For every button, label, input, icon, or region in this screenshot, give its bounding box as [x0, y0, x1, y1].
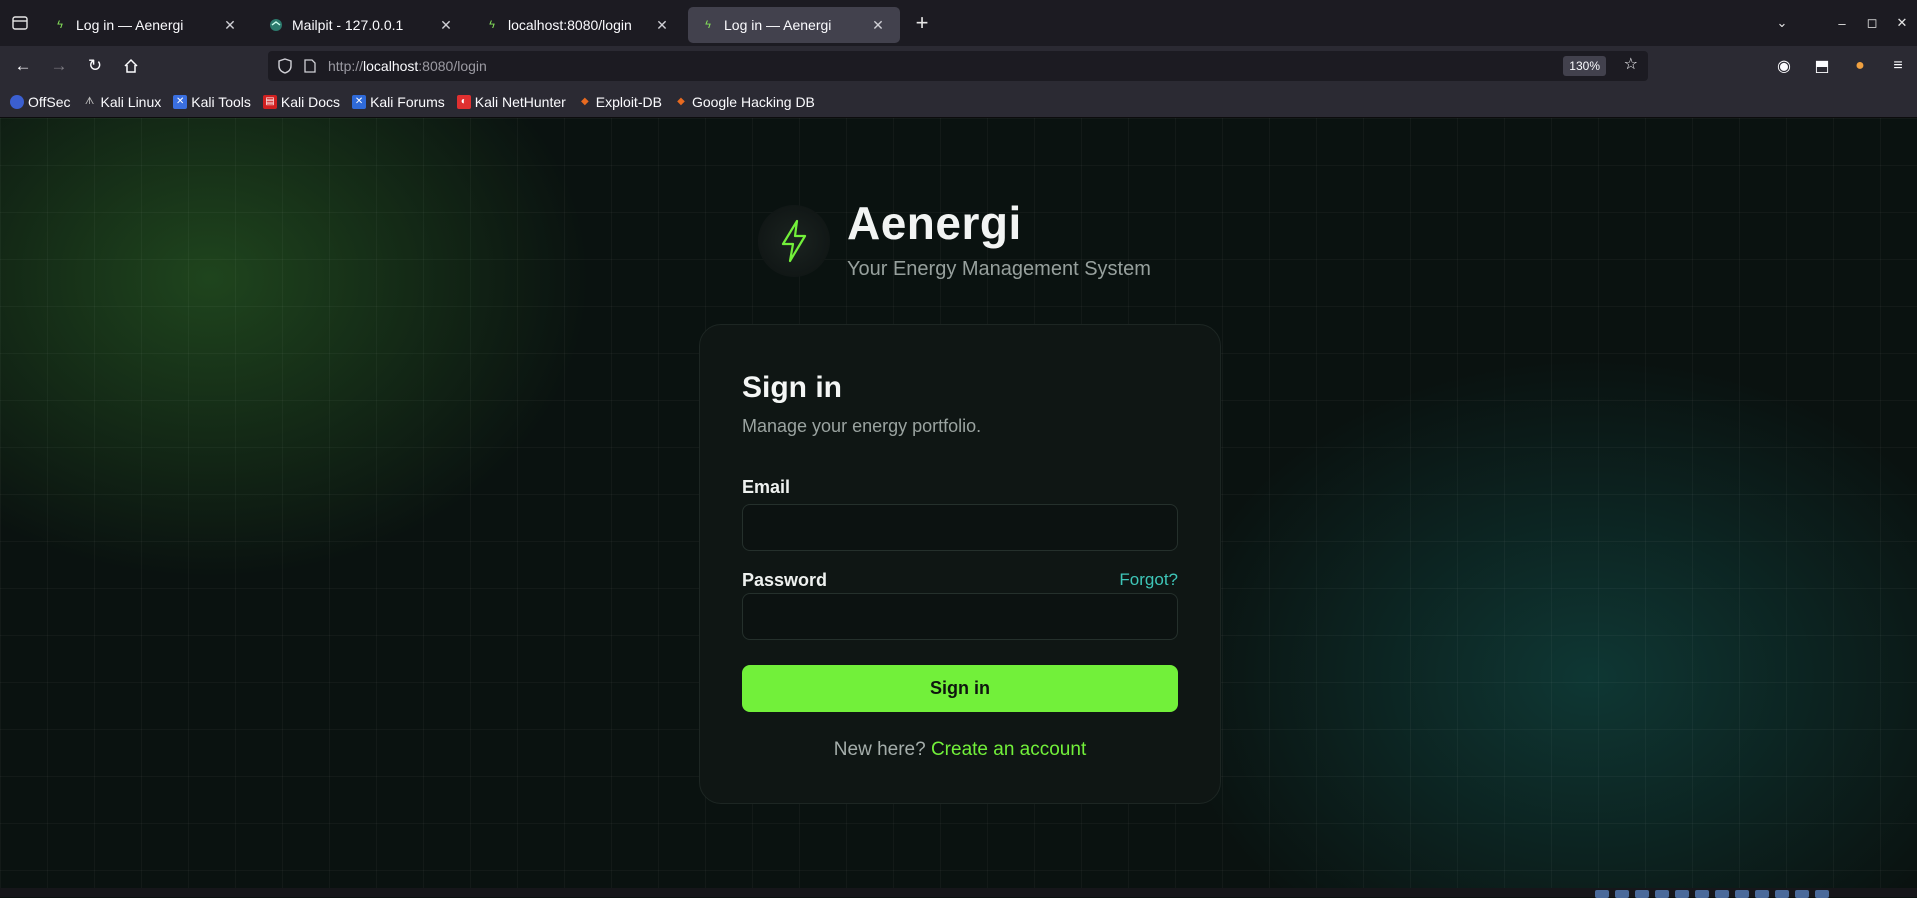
- mailpit-favicon-icon: [268, 17, 284, 33]
- kali-dragon-icon: ᗑ: [84, 96, 95, 107]
- menu-icon[interactable]: ≡: [1879, 57, 1917, 75]
- url-text[interactable]: http://localhost:8080/login: [328, 58, 487, 74]
- taskbar: [0, 888, 1917, 898]
- sign-in-button[interactable]: Sign in: [742, 665, 1178, 712]
- aenergi-favicon-icon: ϟ: [57, 19, 63, 31]
- email-field[interactable]: [742, 504, 1178, 551]
- maximize-icon[interactable]: ◻: [1857, 15, 1887, 31]
- bookmark-label: OffSec: [28, 93, 71, 110]
- bookmark-offsec[interactable]: OffSec: [10, 94, 71, 110]
- profile-avatar-icon[interactable]: ●: [1841, 57, 1879, 75]
- bookmark-label: Exploit-DB: [595, 93, 662, 110]
- window-controls: ⌄ ‒ ◻ ✕: [1737, 0, 1917, 46]
- url-bar[interactable]: http://localhost:8080/login 130% ☆: [268, 51, 1648, 81]
- bookmarks-toolbar: OffSec ᗑ Kali Linux ✕ Kali Tools ▤ Kali Doc…: [0, 86, 1917, 118]
- bookmark-label: Kali NetHunter: [474, 93, 566, 110]
- bookmark-star-icon[interactable]: ☆: [1624, 54, 1638, 74]
- tab-login-aenergi-1[interactable]: ϟ Log in — Aenergi ✕: [40, 7, 252, 43]
- url-path: :8080/login: [418, 58, 487, 74]
- aenergi-favicon-icon: ϟ: [489, 19, 495, 31]
- arrow-right-icon: →: [50, 56, 68, 75]
- bookmark-label: Kali Linux: [100, 93, 162, 110]
- card-subtitle: Manage your energy portfolio.: [742, 416, 982, 436]
- aenergi-favicon-icon: ϟ: [705, 19, 711, 31]
- chevron-down-icon[interactable]: ⌄: [1737, 15, 1827, 31]
- bookmark-kali-nethunter[interactable]: ◐ Kali NetHunter: [456, 93, 566, 110]
- shield-icon[interactable]: [278, 58, 292, 74]
- close-window-icon[interactable]: ✕: [1887, 15, 1917, 31]
- reload-button[interactable]: ↻: [77, 50, 113, 82]
- close-icon[interactable]: ✕: [652, 15, 672, 35]
- kali-docs-icon: ▤: [262, 94, 277, 109]
- plus-icon: +: [915, 10, 929, 35]
- brand-tagline: Your Energy Management System: [847, 258, 1151, 280]
- password-field[interactable]: [742, 593, 1178, 640]
- bookmark-label: Google Hacking DB: [691, 93, 815, 110]
- minimize-icon[interactable]: ‒: [1827, 16, 1857, 31]
- brand-name: Aenergi: [847, 197, 1022, 249]
- bookmark-label: Kali Forums: [370, 93, 445, 110]
- exploit-db-icon: ◆: [580, 96, 589, 107]
- signup-prompt: New here?: [833, 739, 926, 760]
- tab-title: localhost:8080/login: [508, 17, 632, 33]
- forgot-password-link[interactable]: Forgot?: [1119, 570, 1178, 590]
- password-label: Password: [742, 570, 828, 590]
- url-scheme: http://: [328, 58, 364, 74]
- tab-list-button[interactable]: [0, 0, 40, 46]
- bookmark-kali-forums[interactable]: ✕ Kali Forums: [352, 94, 445, 110]
- bookmark-label: Kali Docs: [280, 93, 341, 110]
- tab-bar: ϟ Log in — Aenergi ✕ Mailpit - 127.0.0.1…: [0, 0, 1917, 46]
- tab-title: Log in — Aenergi: [724, 17, 832, 33]
- lightning-bolt-icon: [781, 219, 807, 262]
- nav-bar: ← → ↻ http://localhost:8080/login 130% ☆…: [0, 46, 1917, 86]
- url-host: localhost: [363, 58, 419, 74]
- close-icon[interactable]: ✕: [220, 15, 240, 35]
- forward-button[interactable]: →: [41, 50, 77, 82]
- close-icon[interactable]: ✕: [868, 15, 888, 35]
- tab-login-aenergi-active[interactable]: ϟ Log in — Aenergi ✕: [688, 7, 900, 43]
- reload-icon: ↻: [87, 56, 103, 75]
- zoom-indicator[interactable]: 130%: [1563, 56, 1606, 76]
- create-account-link[interactable]: Create an account: [931, 739, 1086, 760]
- bookmark-kali-docs[interactable]: ▤ Kali Docs: [262, 93, 341, 110]
- tab-title: Log in — Aenergi: [76, 17, 184, 33]
- page-viewport: Aenergi Your Energy Management System Si…: [0, 118, 1917, 888]
- brand-header: Aenergi Your Energy Management System: [758, 200, 1151, 281]
- nethunter-icon: ◐: [456, 94, 471, 109]
- bookmark-google-hacking-db[interactable]: ◆ Google Hacking DB: [674, 94, 815, 110]
- email-label: Email: [742, 477, 791, 497]
- tab-localhost-login[interactable]: ϟ localhost:8080/login ✕: [472, 7, 684, 43]
- close-icon[interactable]: ✕: [436, 15, 456, 35]
- kali-tools-icon: ✕: [173, 94, 188, 109]
- bookmark-label: Kali Tools: [191, 93, 251, 110]
- tab-title: Mailpit - 127.0.0.1: [292, 17, 404, 33]
- offsec-icon: [10, 94, 24, 109]
- arrow-left-icon: ←: [14, 56, 32, 75]
- signup-row: New here? Create an account: [700, 739, 1220, 761]
- card-title: Sign in: [742, 371, 842, 404]
- bookmark-kali-tools[interactable]: ✕ Kali Tools: [173, 94, 251, 110]
- ghdb-icon: ◆: [677, 96, 685, 107]
- back-button[interactable]: ←: [5, 50, 41, 82]
- toolbar-right: ◉ ⬒ ● ≡: [1765, 46, 1917, 86]
- tab-list-icon: [12, 16, 28, 30]
- tab-mailpit[interactable]: Mailpit - 127.0.0.1 ✕: [256, 7, 468, 43]
- bookmark-exploit-db[interactable]: ◆ Exploit-DB: [578, 94, 662, 110]
- kali-forums-icon: ✕: [352, 94, 367, 109]
- new-tab-button[interactable]: +: [904, 5, 940, 41]
- logo: [758, 204, 830, 277]
- extensions-icon[interactable]: ⬒: [1803, 56, 1841, 76]
- page-icon[interactable]: [304, 59, 316, 73]
- bookmark-kali-linux[interactable]: ᗑ Kali Linux: [83, 93, 162, 110]
- account-icon[interactable]: ◉: [1765, 56, 1803, 76]
- home-button[interactable]: [113, 50, 149, 82]
- sign-in-card: Sign in Manage your energy portfolio. Em…: [699, 324, 1221, 804]
- brand-text: Aenergi Your Energy Management System: [847, 200, 1151, 281]
- home-icon: [124, 58, 138, 73]
